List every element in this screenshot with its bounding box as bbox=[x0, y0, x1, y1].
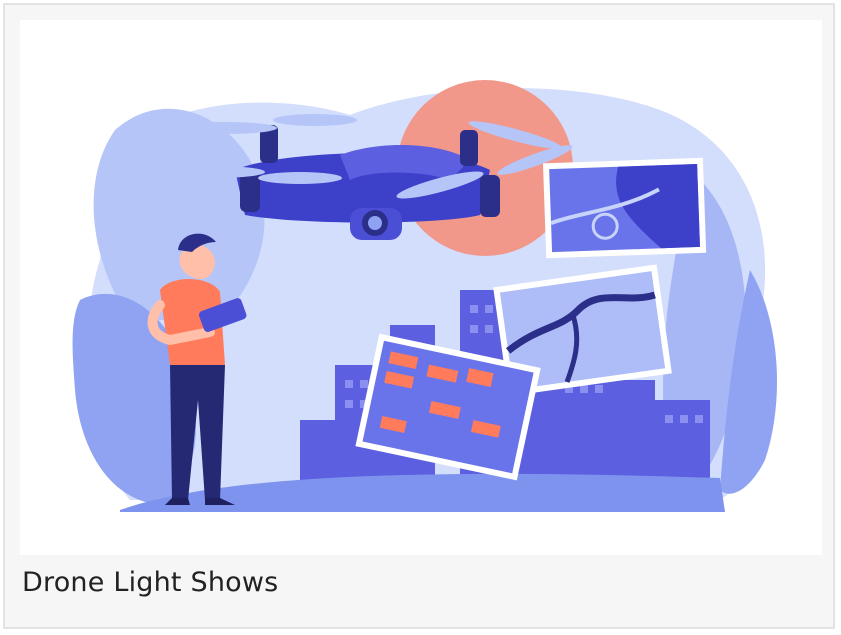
card-image[interactable] bbox=[20, 20, 822, 555]
card-title[interactable]: Drone Light Shows bbox=[22, 567, 278, 598]
map-card-top bbox=[542, 157, 707, 259]
article-card[interactable]: Drone Light Shows bbox=[3, 3, 835, 629]
